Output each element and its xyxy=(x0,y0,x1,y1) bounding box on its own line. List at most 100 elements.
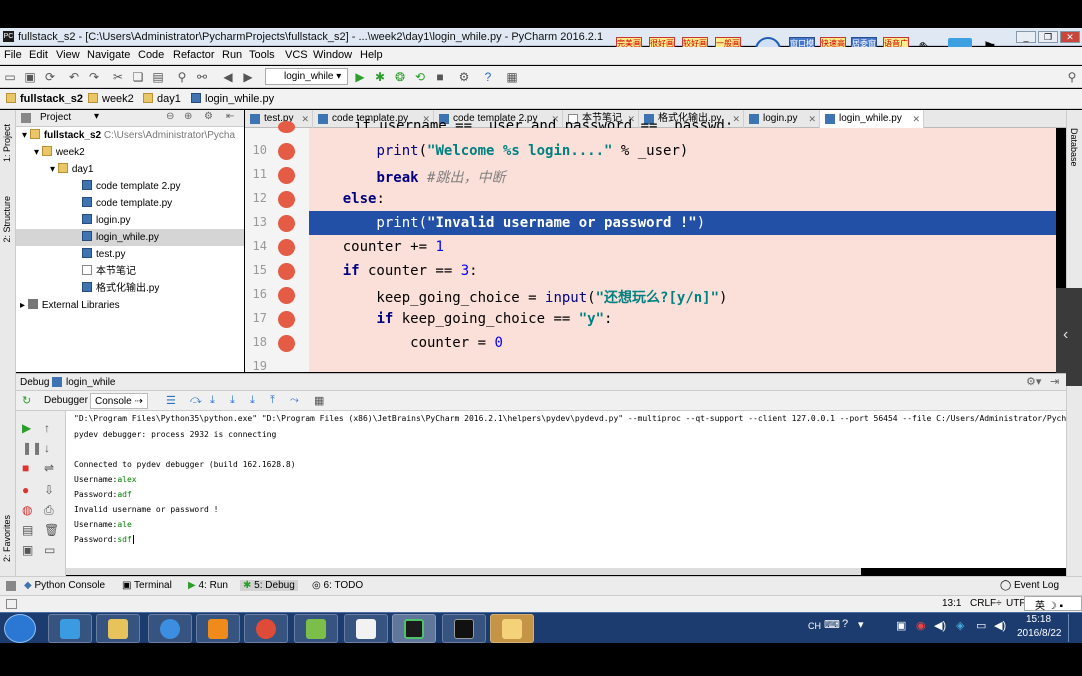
tab-terminal[interactable]: ▣ Terminal xyxy=(122,580,172,591)
close-icon[interactable]: ✕ xyxy=(301,110,309,128)
media-player-taskbar-icon[interactable] xyxy=(196,614,240,643)
up-arrow-icon[interactable]: ↑ xyxy=(44,421,50,435)
copy-icon[interactable]: ❏ xyxy=(130,69,146,85)
pycharm-taskbar-icon[interactable] xyxy=(392,614,436,643)
debug-icon[interactable]: ✱ xyxy=(372,69,388,85)
chevron-down-icon[interactable]: ▾ xyxy=(858,618,864,631)
minimize-button[interactable]: _ xyxy=(1016,31,1036,43)
hide-panel-icon[interactable]: ⇥ xyxy=(1050,375,1059,388)
event-log-button[interactable]: ◯ Event Log xyxy=(1000,580,1059,591)
force-step-into-icon[interactable]: ⤓ xyxy=(250,394,255,407)
stop-icon[interactable]: ■ xyxy=(432,69,448,85)
shield-icon[interactable]: ◈ xyxy=(956,619,964,632)
paste-icon[interactable]: ▤ xyxy=(150,69,166,85)
tool-windows-icon[interactable] xyxy=(6,599,17,609)
show-execution-point-icon[interactable]: ☰ xyxy=(166,394,176,407)
breakpoint-icon[interactable] xyxy=(278,143,295,160)
speaker-icon[interactable]: ◀) xyxy=(934,619,946,632)
tree-item-file[interactable]: 本节笔记 xyxy=(16,263,244,280)
breakpoint-icon[interactable] xyxy=(278,287,295,304)
chevron-down-icon[interactable]: ▾ xyxy=(94,111,99,122)
tree-item-file[interactable]: code template.py xyxy=(16,195,244,212)
menu-view[interactable]: View xyxy=(56,49,80,61)
menu-refactor[interactable]: Refactor xyxy=(173,49,215,61)
debug-config-name[interactable]: login_while xyxy=(66,377,115,388)
forward-icon[interactable]: ▶ xyxy=(240,69,256,85)
stop-icon[interactable]: ■ xyxy=(22,461,29,475)
scroll-from-source-icon[interactable]: ⊕ xyxy=(184,111,192,122)
display-icon[interactable]: ▭ xyxy=(976,619,986,632)
close-window-button[interactable]: ✕ xyxy=(1060,31,1080,43)
tab-debugger[interactable]: Debugger xyxy=(40,393,92,409)
explorer-taskbar-icon[interactable] xyxy=(96,614,140,643)
project-panel-title[interactable]: Project xyxy=(40,112,71,123)
menu-help[interactable]: Help xyxy=(360,49,383,61)
menu-run[interactable]: Run xyxy=(222,49,242,61)
close-icon[interactable]: ✕ xyxy=(912,110,920,128)
keyboard-icon[interactable]: ⌨ xyxy=(824,618,840,631)
database-tool-button[interactable]: Database xyxy=(1069,128,1079,167)
debug-console[interactable]: "D:\Program Files\Python35\python.exe" "… xyxy=(66,411,1066,568)
settings-icon[interactable]: ⚙ xyxy=(456,69,472,85)
tree-item-file[interactable]: login.py xyxy=(16,212,244,229)
down-arrow-icon[interactable]: ↓ xyxy=(44,441,50,455)
chrome-taskbar-icon[interactable] xyxy=(244,614,288,643)
tab-login[interactable]: login.py ✕ xyxy=(744,110,820,128)
save-icon[interactable]: ▣ xyxy=(22,69,38,85)
tab-console[interactable]: Console ⇢ xyxy=(90,393,148,409)
player-side-panel[interactable]: ‹ xyxy=(1056,288,1082,386)
menu-edit[interactable]: Edit xyxy=(29,49,48,61)
coverage-icon[interactable]: ❂ xyxy=(392,69,408,85)
gear-icon[interactable]: ⚙▾ xyxy=(1026,375,1041,388)
contacts-taskbar-icon[interactable] xyxy=(490,614,534,643)
pin-icon[interactable]: ▣ xyxy=(22,543,33,557)
show-desktop-button[interactable] xyxy=(1068,614,1080,642)
ime-indicator[interactable]: 英 ☽ ▪ xyxy=(1024,596,1082,612)
volume-icon[interactable]: ◀) xyxy=(994,619,1006,632)
tree-item-file-selected[interactable]: login_while.py xyxy=(16,229,244,246)
breakpoint-icon[interactable] xyxy=(278,335,295,352)
step-out-icon[interactable]: ⤒ xyxy=(270,394,275,407)
project-tool-button[interactable]: 1: Project xyxy=(2,124,12,162)
undo-icon[interactable]: ↶ xyxy=(66,69,82,85)
mute-breakpoints-icon[interactable]: ◍ xyxy=(22,503,32,517)
breadcrumb-day1[interactable]: day1 xyxy=(157,93,181,105)
run-icon[interactable]: ▶ xyxy=(352,69,368,85)
panel-toggle-icon[interactable] xyxy=(6,581,16,591)
tree-item-file[interactable]: test.py xyxy=(16,246,244,263)
ie-taskbar-icon[interactable] xyxy=(48,614,92,643)
help-icon[interactable]: ? xyxy=(480,69,496,85)
resume-icon[interactable]: ▶ xyxy=(22,421,31,435)
input-language[interactable]: CH xyxy=(808,621,821,631)
back-icon[interactable]: ◀ xyxy=(220,69,236,85)
line-separator[interactable]: CRLF÷ xyxy=(970,598,1002,609)
tree-item-day1[interactable]: ▾ day1 xyxy=(16,161,244,178)
sync-icon[interactable]: ⟳ xyxy=(42,69,58,85)
terminal-icon[interactable]: ▦ xyxy=(504,69,520,85)
breadcrumb-week2[interactable]: week2 xyxy=(102,93,134,105)
tab-todo[interactable]: ◎ 6: TODO xyxy=(312,580,363,591)
tab-python-console[interactable]: ◆ Python Console xyxy=(24,580,105,591)
menu-code[interactable]: Code xyxy=(138,49,164,61)
tree-item-external-libraries[interactable]: ▸ External Libraries xyxy=(16,297,244,314)
tree-item-file[interactable]: code template 2.py xyxy=(16,178,244,195)
hide-panel-icon[interactable]: ⇤ xyxy=(226,111,234,122)
tree-item-project[interactable]: ▾ fullstack_s2 C:\Users\Administrator\Py… xyxy=(16,127,244,144)
breadcrumb-file[interactable]: login_while.py xyxy=(205,93,274,105)
evaluate-icon[interactable]: ▦ xyxy=(314,394,324,407)
search-everywhere-icon[interactable]: ⚲ xyxy=(1064,69,1080,85)
rerun-icon[interactable]: ↻ xyxy=(22,394,31,407)
paint-taskbar-icon[interactable] xyxy=(344,614,388,643)
breadcrumb-project[interactable]: fullstack_s2 xyxy=(20,93,83,105)
clock-date[interactable]: 2016/8/22 xyxy=(1017,628,1062,639)
favorites-tool-button[interactable]: 2: Favorites xyxy=(2,515,12,562)
menu-tools[interactable]: Tools xyxy=(249,49,275,61)
step-into-my-code-icon[interactable]: ⤓ xyxy=(230,394,235,407)
soft-wrap-icon[interactable]: ⇌ xyxy=(44,461,54,475)
chevron-left-icon[interactable]: ‹ xyxy=(1063,326,1068,344)
open-folder-icon[interactable]: ▭ xyxy=(2,69,18,85)
find-icon[interactable]: ⚲ xyxy=(174,69,190,85)
notepad-taskbar-icon[interactable] xyxy=(294,614,338,643)
tab-login-while[interactable]: login_while.py ✕ xyxy=(820,110,924,128)
cursor-position[interactable]: 13:1 xyxy=(942,598,961,609)
